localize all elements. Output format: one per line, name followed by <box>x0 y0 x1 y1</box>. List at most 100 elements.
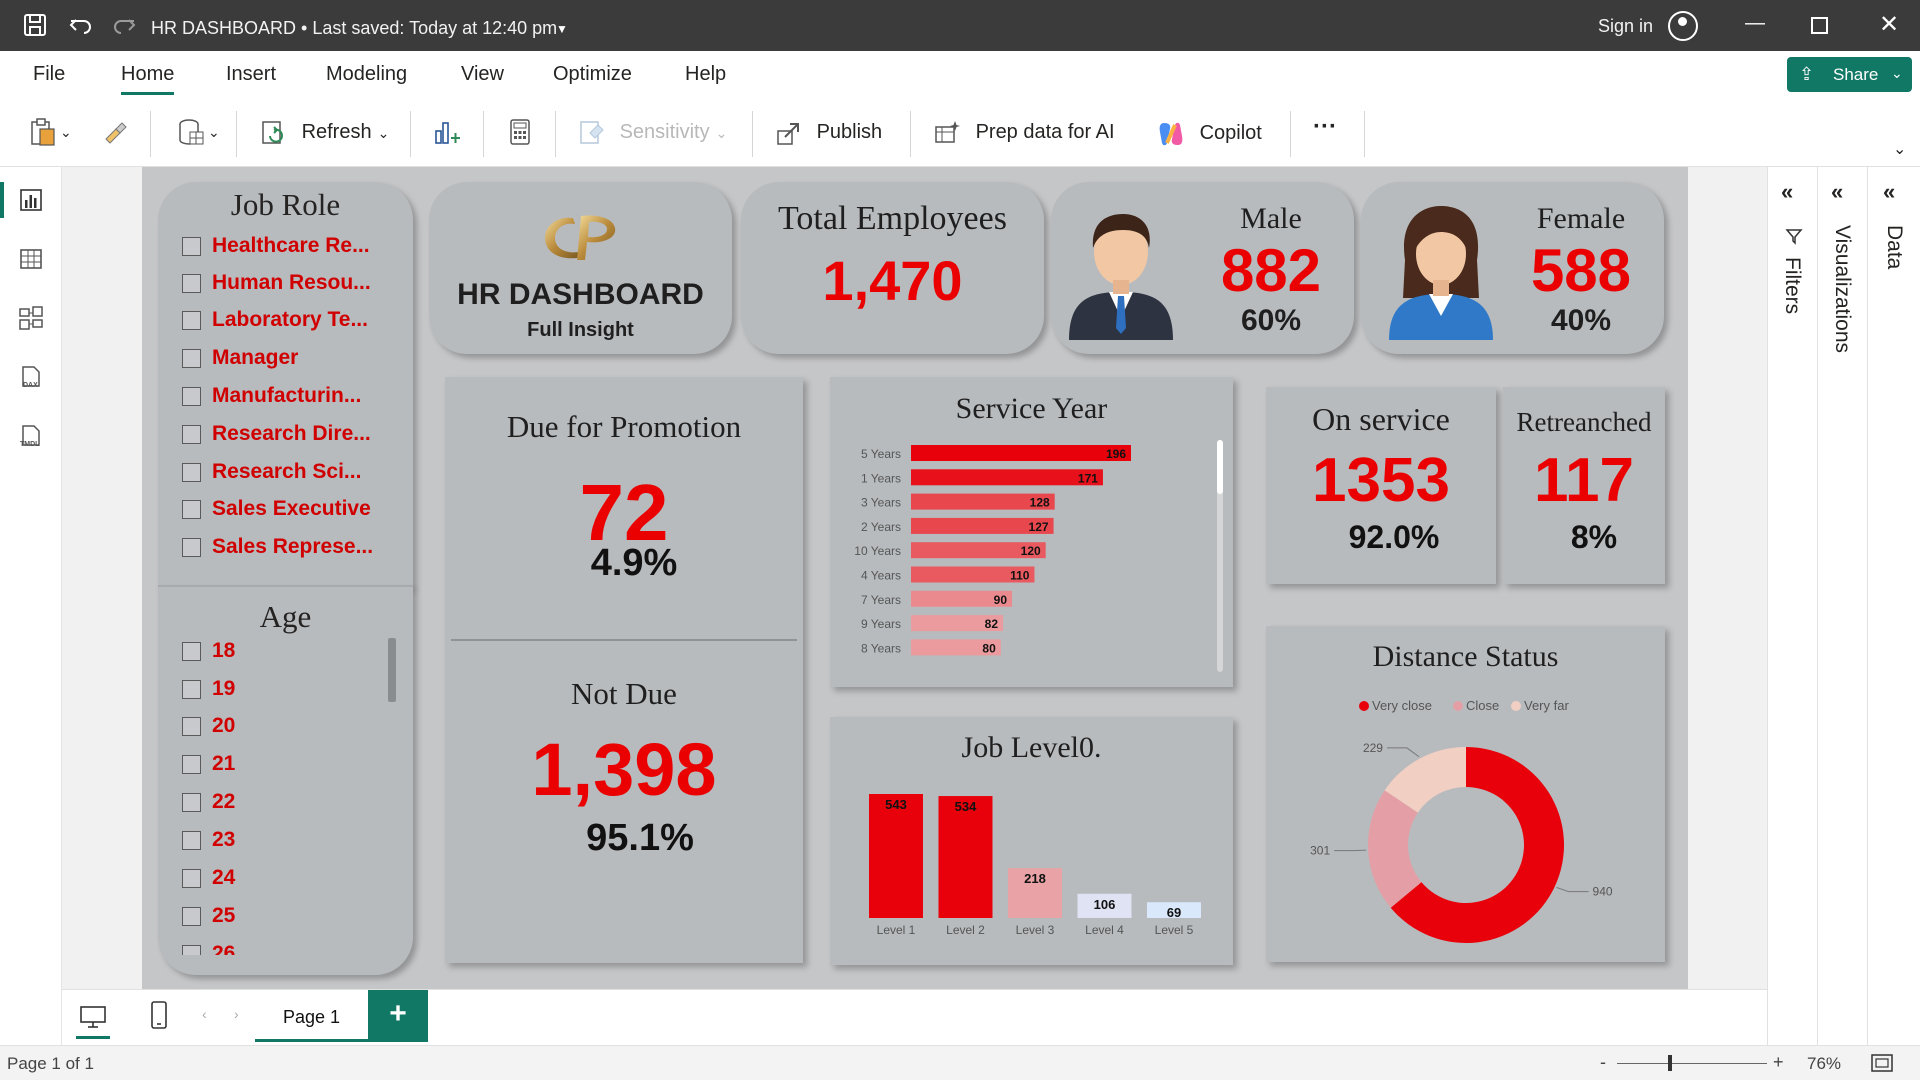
last-saved: Last saved: Today at 12:40 pm <box>312 18 558 38</box>
job-role-label: Healthcare Re... <box>212 234 370 257</box>
checkbox[interactable] <box>182 500 201 519</box>
bar <box>938 796 993 918</box>
checkbox[interactable] <box>182 869 201 888</box>
tmdl-view-icon[interactable]: TMDL <box>18 423 44 449</box>
job-role-title: Job Role <box>230 187 341 222</box>
copilot-button[interactable]: Copilot <box>1156 119 1262 149</box>
data-label: 171 <box>1078 471 1098 485</box>
menu-home[interactable]: Home <box>121 63 175 95</box>
visualizations-label[interactable]: Visualizations <box>1830 225 1854 353</box>
service-year-chart[interactable]: Service Year 5 Years 196 1 Years 171 3 Years… <box>830 377 1233 687</box>
collapse-ribbon-icon[interactable]: ⌄ <box>1893 139 1906 159</box>
checkbox[interactable] <box>182 387 201 406</box>
redo-icon[interactable] <box>111 12 137 38</box>
zoom-in-icon[interactable]: + <box>1773 1052 1784 1073</box>
fit-to-page-icon[interactable] <box>1870 1053 1894 1073</box>
data-pane[interactable]: « Data <box>1867 167 1920 1045</box>
menu-help[interactable]: Help <box>685 63 726 86</box>
next-page-icon[interactable]: › <box>234 1006 239 1022</box>
svg-text:TMDL: TMDL <box>20 441 40 448</box>
visualizations-pane[interactable]: « Visualizations <box>1817 167 1867 1045</box>
report-view-icon[interactable] <box>18 187 44 213</box>
maximize-icon[interactable] <box>1811 17 1828 34</box>
format-painter-button[interactable] <box>100 117 130 147</box>
checkbox[interactable] <box>182 349 201 368</box>
new-visual-button[interactable] <box>432 117 462 147</box>
save-icon[interactable] <box>22 12 48 38</box>
collapse-data-icon[interactable]: « <box>1883 179 1895 205</box>
age-slicer[interactable]: Age 18 19 20 21 22 23 24 25 26 <box>158 585 413 975</box>
checkbox[interactable] <box>182 425 201 444</box>
checkbox[interactable] <box>182 680 201 699</box>
checkbox[interactable] <box>182 945 201 955</box>
dashboard-subtitle: Full Insight <box>527 319 634 341</box>
checkbox[interactable] <box>182 311 201 330</box>
bar <box>869 794 923 918</box>
sign-in-link[interactable]: Sign in <box>1598 16 1653 37</box>
job-level-chart[interactable]: Job Level0. 543 Level 1 534 Level 2 218 Level… <box>830 717 1233 965</box>
job-role-slicer[interactable]: Job Role Healthcare Re... Human Resou...… <box>158 182 413 587</box>
new-measure-button[interactable] <box>505 117 535 147</box>
title-dropdown-icon[interactable]: ▼ <box>556 22 568 36</box>
menu-view[interactable]: View <box>461 63 504 86</box>
checkbox[interactable] <box>182 274 201 293</box>
age-label: 23 <box>212 828 236 851</box>
publish-button[interactable]: Publish <box>775 119 882 147</box>
filters-pane[interactable]: « Filters <box>1767 167 1817 1045</box>
checkbox[interactable] <box>182 907 201 926</box>
category-label: 4 Years <box>861 569 901 583</box>
window-title[interactable]: HR DASHBOARD • Last saved: Today at 12:4… <box>151 18 557 39</box>
add-page-button[interactable]: + <box>368 990 428 1042</box>
title-bar: HR DASHBOARD • Last saved: Today at 12:4… <box>0 0 1920 51</box>
prep-data-icon <box>935 121 960 143</box>
checkbox[interactable] <box>182 463 201 482</box>
menu-modeling[interactable]: Modeling <box>326 63 407 86</box>
desktop-layout-icon[interactable] <box>78 1002 108 1032</box>
not-due-label: Not Due <box>571 676 677 711</box>
close-icon[interactable]: ✕ <box>1879 10 1899 39</box>
job-level-title: Job Level0. <box>961 731 1102 764</box>
user-avatar-icon[interactable] <box>1668 11 1698 41</box>
legend-marker <box>1359 701 1369 711</box>
model-view-icon[interactable] <box>18 305 44 331</box>
page-tab-page-1[interactable]: Page 1 <box>255 990 368 1042</box>
collapse-filters-icon[interactable]: « <box>1781 179 1793 205</box>
checkbox[interactable] <box>182 717 201 736</box>
prep-data-ai-button[interactable]: Prep data for AI <box>934 119 1115 147</box>
zoom-slider-thumb[interactable] <box>1668 1055 1672 1071</box>
checkbox[interactable] <box>182 237 201 256</box>
zoom-out-icon[interactable]: - <box>1600 1052 1606 1073</box>
female-avatar-icon <box>1389 206 1493 340</box>
age-label: 24 <box>212 866 236 889</box>
checkbox[interactable] <box>182 538 201 557</box>
checkbox[interactable] <box>182 642 201 661</box>
paste-button[interactable]: ⌄ <box>28 117 72 147</box>
collapse-visualizations-icon[interactable]: « <box>1831 179 1843 205</box>
checkbox[interactable] <box>182 793 201 812</box>
dax-query-view-icon[interactable]: DAX <box>18 364 44 390</box>
checkbox[interactable] <box>182 755 201 774</box>
filters-label[interactable]: Filters <box>1780 257 1804 314</box>
data-label[interactable]: Data <box>1882 225 1906 269</box>
menu-insert[interactable]: Insert <box>226 63 276 86</box>
menu-optimize[interactable]: Optimize <box>553 63 632 86</box>
table-view-icon[interactable] <box>18 246 44 272</box>
checkbox[interactable] <box>182 831 201 850</box>
undo-icon[interactable] <box>68 12 94 38</box>
prev-page-icon[interactable]: ‹ <box>202 1006 207 1022</box>
more-options-button[interactable]: ··· <box>1313 113 1337 141</box>
distance-status-chart[interactable]: Distance Status Very close Close Very far 9… <box>1266 626 1665 962</box>
menu-file[interactable]: File <box>33 63 65 86</box>
age-label: 21 <box>212 752 236 775</box>
minimize-icon[interactable]: — <box>1745 12 1765 35</box>
job-role-label: Human Resou... <box>212 271 371 294</box>
mobile-layout-icon[interactable] <box>148 1000 170 1032</box>
zoom-slider[interactable] <box>1617 1063 1767 1064</box>
share-button[interactable]: ⇪ Share ⌄ <box>1787 57 1912 92</box>
file-name: HR DASHBOARD <box>151 18 297 38</box>
copilot-icon <box>1159 122 1183 146</box>
refresh-button[interactable]: Refresh ⌄ <box>260 119 389 147</box>
get-data-button[interactable]: ⌄ <box>176 117 220 147</box>
chart-scrollbar[interactable] <box>1217 440 1223 672</box>
sensitivity-button[interactable]: Sensitivity ⌄ <box>578 119 727 147</box>
